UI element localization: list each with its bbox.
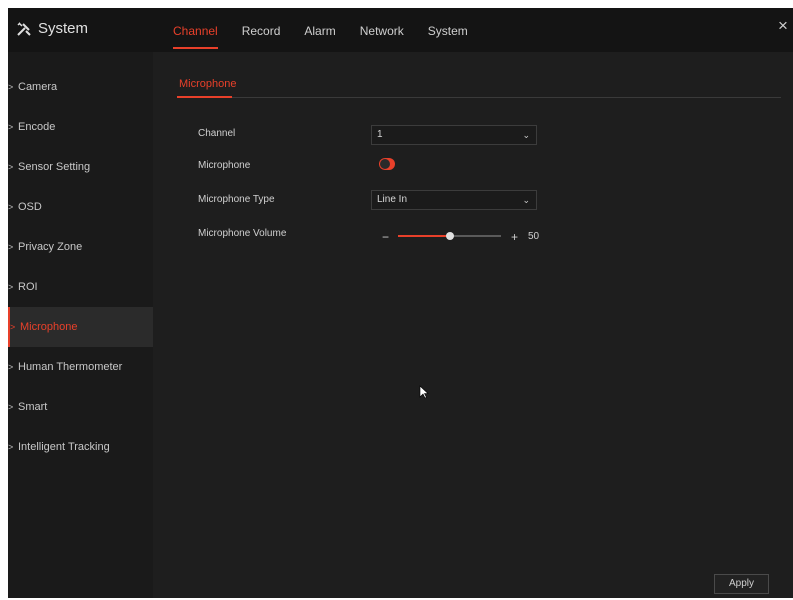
toggle-knob <box>380 159 390 169</box>
subtab-microphone[interactable]: Microphone <box>179 78 236 90</box>
close-icon[interactable]: × <box>775 17 791 35</box>
volume-value: 50 <box>528 231 540 242</box>
volume-decrease-button[interactable]: − <box>382 230 389 244</box>
sidebar-item-label: Smart <box>18 401 48 413</box>
chevron-right-icon: > <box>8 162 14 172</box>
tab-channel[interactable]: Channel <box>173 8 218 52</box>
sidebar: > Camera > Encode > Sensor Setting > OSD > Pr… <box>8 52 153 598</box>
chevron-right-icon: > <box>8 442 14 452</box>
tab-alarm[interactable]: Alarm <box>304 8 335 52</box>
sidebar-item-label: Intelligent Tracking <box>18 441 110 453</box>
sidebar-item-label: OSD <box>18 201 42 213</box>
chevron-down-icon: ⌄ <box>522 195 530 205</box>
sidebar-item-smart[interactable]: > Smart <box>8 387 153 427</box>
apply-button[interactable]: Apply <box>714 574 769 594</box>
sidebar-item-human-thermometer[interactable]: > Human Thermometer <box>8 347 153 387</box>
microphone-label: Microphone <box>198 160 251 171</box>
sidebar-item-label: ROI <box>18 281 38 293</box>
volume-increase-button[interactable]: + <box>511 230 518 244</box>
settings-window: System Channel Record Alarm Network Syst… <box>8 8 793 598</box>
sidebar-item-label: Human Thermometer <box>18 361 123 373</box>
chevron-right-icon: > <box>8 242 14 252</box>
chevron-down-icon: ⌄ <box>522 130 530 140</box>
content-panel: Microphone Channel 1 ⌄ Microphone Microp… <box>153 52 793 598</box>
sidebar-item-intelligent-tracking[interactable]: > Intelligent Tracking <box>8 427 153 467</box>
subtab-divider <box>177 97 781 98</box>
sidebar-item-label: Sensor Setting <box>18 161 91 173</box>
microphone-type-select[interactable]: Line In ⌄ <box>371 190 537 210</box>
subtab-active-indicator <box>177 96 232 98</box>
sidebar-item-label: Privacy Zone <box>18 241 83 253</box>
app-title: System <box>16 20 88 37</box>
sidebar-item-roi[interactable]: > ROI <box>8 267 153 307</box>
microphone-volume-label: Microphone Volume <box>198 228 287 239</box>
app-title-text: System <box>38 20 89 37</box>
chevron-right-icon: > <box>8 362 14 372</box>
sidebar-item-label: Encode <box>18 121 56 133</box>
volume-slider-handle[interactable] <box>445 232 454 240</box>
channel-value: 1 <box>377 129 383 140</box>
volume-slider[interactable] <box>398 232 501 240</box>
sidebar-item-label: Camera <box>18 81 58 93</box>
chevron-right-icon: > <box>10 322 16 332</box>
chevron-right-icon: > <box>8 122 14 132</box>
microphone-toggle[interactable] <box>379 158 395 170</box>
channel-label: Channel <box>198 128 236 139</box>
main-tabs: Channel Record Alarm Network System <box>173 8 492 52</box>
sidebar-item-camera[interactable]: > Camera <box>8 67 153 107</box>
chevron-right-icon: > <box>8 82 14 92</box>
chevron-right-icon: > <box>8 202 14 212</box>
sidebar-item-microphone[interactable]: > Microphone <box>8 307 153 347</box>
sidebar-item-sensor-setting[interactable]: > Sensor Setting <box>8 147 153 187</box>
top-bar: System Channel Record Alarm Network Syst… <box>8 8 793 52</box>
microphone-type-value: Line In <box>377 194 408 205</box>
tab-record[interactable]: Record <box>242 8 281 52</box>
chevron-right-icon: > <box>8 402 14 412</box>
microphone-type-label: Microphone Type <box>198 194 275 205</box>
tab-network[interactable]: Network <box>360 8 404 52</box>
sidebar-item-privacy-zone[interactable]: > Privacy Zone <box>8 227 153 267</box>
volume-slider-fill <box>398 235 450 237</box>
channel-select[interactable]: 1 ⌄ <box>371 125 537 145</box>
tools-icon <box>17 21 31 36</box>
chevron-right-icon: > <box>8 282 14 292</box>
sidebar-item-osd[interactable]: > OSD <box>8 187 153 227</box>
tab-system[interactable]: System <box>428 8 468 52</box>
sidebar-item-encode[interactable]: > Encode <box>8 107 153 147</box>
mouse-cursor-icon <box>419 385 429 399</box>
sidebar-item-label: Microphone <box>20 321 78 333</box>
